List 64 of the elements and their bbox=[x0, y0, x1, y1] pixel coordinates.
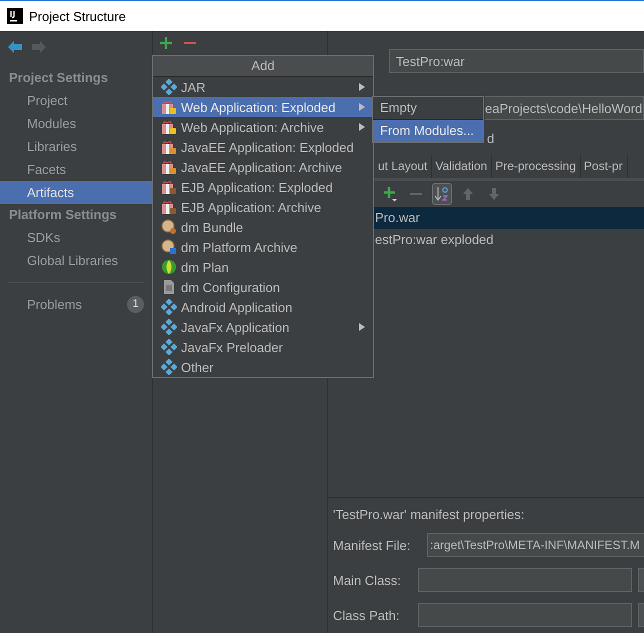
module-icon bbox=[161, 339, 177, 355]
input-field[interactable] bbox=[418, 603, 632, 627]
sort-button[interactable] bbox=[432, 183, 452, 205]
gift-icon bbox=[161, 179, 177, 195]
globe-icon bbox=[161, 259, 177, 275]
document-icon bbox=[161, 279, 177, 295]
add-icon[interactable] bbox=[159, 36, 173, 50]
app-logo-icon bbox=[7, 8, 23, 24]
gift-icon bbox=[161, 199, 177, 215]
gift-icon bbox=[161, 139, 177, 155]
label-text: d bbox=[487, 131, 494, 148]
browse-button[interactable] bbox=[638, 603, 644, 627]
input-field[interactable]: :arget\TestPro\META-INF\MANIFEST.M bbox=[427, 533, 644, 557]
menu-item[interactable]: Web Application: Archive bbox=[153, 117, 373, 137]
window-title: Project Structure bbox=[29, 8, 126, 24]
gift-icon bbox=[161, 119, 177, 135]
gift-icon bbox=[161, 159, 177, 175]
menu-item[interactable]: Empty bbox=[373, 97, 483, 119]
menu-item[interactable]: JavaEE Application: Archive bbox=[153, 157, 373, 177]
input-field[interactable] bbox=[418, 568, 632, 592]
menu-item[interactable]: EJB Application: Exploded bbox=[153, 177, 373, 197]
field-label: Manifest File: bbox=[333, 538, 412, 552]
plus-icon bbox=[383, 186, 397, 202]
field-label: Main Class: bbox=[333, 572, 402, 588]
up-arrow-icon bbox=[462, 187, 474, 201]
section-heading: Platform Settings bbox=[8, 206, 118, 224]
field-label: Class Path: bbox=[333, 608, 400, 622]
gift-icon bbox=[161, 99, 177, 115]
sidebar-item[interactable]: Artifacts bbox=[0, 181, 152, 204]
menu-item[interactable]: Android Application bbox=[153, 297, 373, 317]
module-icon bbox=[161, 79, 177, 95]
menu-item[interactable]: Web Application: Exploded bbox=[153, 97, 373, 117]
browse-button[interactable] bbox=[638, 568, 644, 592]
back-arrow-icon[interactable] bbox=[8, 41, 22, 53]
menu-item[interactable]: JavaFx Application bbox=[153, 317, 373, 337]
menu-item[interactable]: dm Plan bbox=[153, 257, 373, 277]
count-badge: 1 bbox=[127, 296, 144, 312]
section-heading: 'TestPro.war' manifest properties: bbox=[333, 507, 526, 522]
sidebar-item[interactable]: Global Libraries bbox=[0, 249, 152, 272]
sidebar-item[interactable]: SDKs bbox=[0, 226, 152, 249]
name-field[interactable]: TestPro:war bbox=[389, 49, 644, 73]
sort-icon bbox=[435, 186, 449, 202]
menu-item[interactable]: JavaEE Application: Exploded bbox=[153, 137, 373, 157]
bundle-icon bbox=[161, 219, 177, 235]
menu-item[interactable]: dm Configuration bbox=[153, 277, 373, 297]
module-icon bbox=[161, 299, 177, 315]
output-directory-field[interactable]: eaProjects\code\HelloWord bbox=[485, 96, 644, 120]
module-icon bbox=[161, 319, 177, 335]
section-heading: Project Settings bbox=[8, 69, 109, 87]
forward-arrow-icon[interactable] bbox=[32, 41, 46, 53]
menu-item[interactable]: From Modules... bbox=[373, 119, 483, 142]
module-icon bbox=[161, 359, 177, 375]
menu-title: Add bbox=[153, 56, 373, 77]
bundle-icon bbox=[161, 239, 177, 255]
sidebar-item[interactable]: Modules bbox=[0, 112, 152, 135]
down-arrow-icon bbox=[488, 187, 500, 201]
menu-item[interactable]: JavaFx Preloader bbox=[153, 337, 373, 357]
sidebar-item[interactable]: Project bbox=[0, 89, 152, 112]
menu-item[interactable]: JAR bbox=[153, 77, 373, 97]
sidebar-item[interactable]: Libraries bbox=[0, 135, 152, 158]
menu-item[interactable]: dm Platform Archive bbox=[153, 237, 373, 257]
sidebar-item[interactable]: Problems bbox=[27, 296, 82, 312]
menu-item[interactable]: Other bbox=[153, 357, 373, 377]
sidebar-item[interactable]: Facets bbox=[0, 158, 152, 181]
